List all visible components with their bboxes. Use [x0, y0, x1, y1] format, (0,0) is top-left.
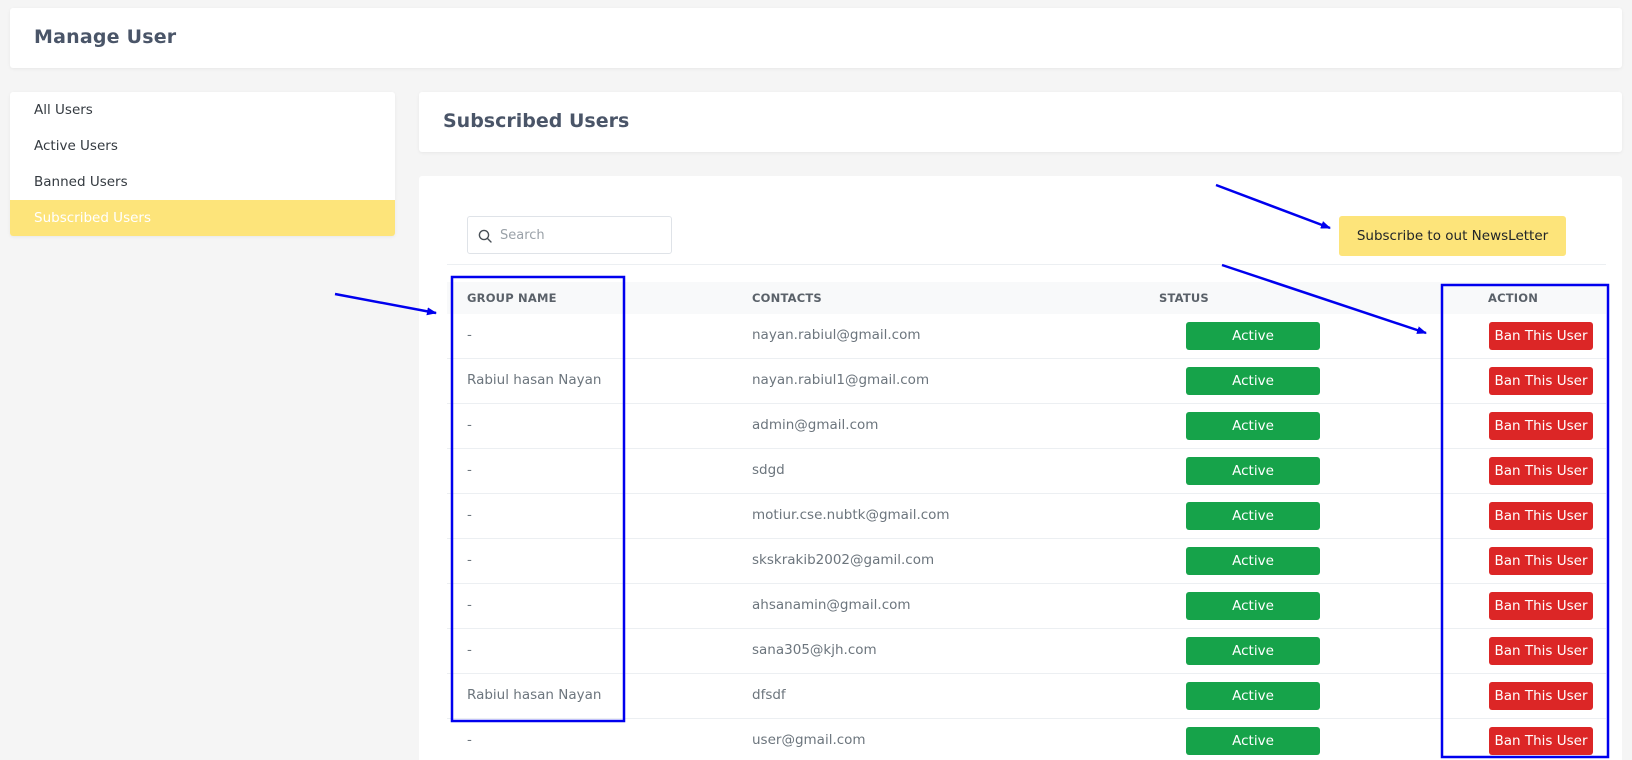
contact-cell: sdgd — [752, 462, 785, 478]
sidebar-item-all-users[interactable]: All Users — [10, 92, 395, 128]
section-title: Subscribed Users — [443, 110, 630, 132]
contact-cell: dfsdf — [752, 687, 786, 703]
top-header: Manage User — [10, 8, 1622, 68]
divider — [447, 264, 1606, 265]
status-badge: Active — [1186, 457, 1320, 485]
sidebar-item-banned-users[interactable]: Banned Users — [10, 164, 395, 200]
group-name-cell: - — [467, 462, 472, 478]
contact-cell: motiur.cse.nubtk@gmail.com — [752, 507, 950, 523]
contact-cell: nayan.rabiul1@gmail.com — [752, 372, 930, 388]
page-title: Manage User — [34, 26, 177, 48]
status-badge: Active — [1186, 412, 1320, 440]
table-row: - ahsanamin@gmail.com Active Ban This User — [447, 584, 1606, 629]
table-row: - motiur.cse.nubtk@gmail.com Active Ban Thi… — [447, 494, 1606, 539]
ban-user-button[interactable]: Ban This User — [1489, 592, 1593, 620]
group-name-cell: - — [467, 642, 472, 658]
table-row: - user@gmail.com Active Ban This User — [447, 719, 1606, 760]
column-header-status: STATUS — [1159, 291, 1209, 305]
table-row: - sdgd Active Ban This User — [447, 449, 1606, 494]
status-badge: Active — [1186, 727, 1320, 755]
status-badge: Active — [1186, 547, 1320, 575]
group-name-cell: - — [467, 597, 472, 613]
section-header: Subscribed Users — [419, 92, 1622, 152]
users-table-body: - nayan.rabiul@gmail.com Active Ban This Us… — [447, 314, 1606, 760]
contact-cell: ahsanamin@gmail.com — [752, 597, 911, 613]
sidebar-item-subscribed-users[interactable]: Subscribed Users — [10, 200, 395, 236]
table-row: - skskrakib2002@gamil.com Active Ban This U… — [447, 539, 1606, 584]
ban-user-button[interactable]: Ban This User — [1489, 412, 1593, 440]
column-header-group-name: GROUP NAME — [467, 291, 557, 305]
contact-cell: nayan.rabiul@gmail.com — [752, 327, 921, 343]
group-name-cell: Rabiul hasan Nayan — [467, 687, 602, 703]
table-row: Rabiul hasan Nayan dfsdf Active Ban This Us… — [447, 674, 1606, 719]
subscribe-newsletter-button[interactable]: Subscribe to out NewsLetter — [1339, 216, 1566, 256]
search-input[interactable] — [500, 225, 660, 245]
ban-user-button[interactable]: Ban This User — [1489, 637, 1593, 665]
search-box — [467, 216, 672, 254]
table-header: GROUP NAME CONTACTS STATUS ACTION — [447, 282, 1606, 314]
status-badge: Active — [1186, 637, 1320, 665]
status-badge: Active — [1186, 682, 1320, 710]
ban-user-button[interactable]: Ban This User — [1489, 547, 1593, 575]
table-row: - sana305@kjh.com Active Ban This User — [447, 629, 1606, 674]
ban-user-button[interactable]: Ban This User — [1489, 367, 1593, 395]
ban-user-button[interactable]: Ban This User — [1489, 322, 1593, 350]
group-name-cell: - — [467, 417, 472, 433]
group-name-cell: - — [467, 732, 472, 748]
group-name-cell: Rabiul hasan Nayan — [467, 372, 602, 388]
column-header-action: ACTION — [1488, 291, 1539, 305]
status-badge: Active — [1186, 367, 1320, 395]
contact-cell: user@gmail.com — [752, 732, 866, 748]
contact-cell: sana305@kjh.com — [752, 642, 877, 658]
users-panel: Subscribe to out NewsLetter GROUP NAME C… — [419, 176, 1622, 760]
ban-user-button[interactable]: Ban This User — [1489, 727, 1593, 755]
ban-user-button[interactable]: Ban This User — [1489, 457, 1593, 485]
ban-user-button[interactable]: Ban This User — [1489, 502, 1593, 530]
sidebar-item-active-users[interactable]: Active Users — [10, 128, 395, 164]
group-name-cell: - — [467, 507, 472, 523]
sidebar: All Users Active Users Banned Users Subs… — [10, 92, 395, 236]
status-badge: Active — [1186, 322, 1320, 350]
contact-cell: skskrakib2002@gamil.com — [752, 552, 935, 568]
column-header-contacts: CONTACTS — [752, 291, 822, 305]
status-badge: Active — [1186, 502, 1320, 530]
group-name-cell: - — [467, 552, 472, 568]
table-row: - nayan.rabiul@gmail.com Active Ban This Us… — [447, 314, 1606, 359]
ban-user-button[interactable]: Ban This User — [1489, 682, 1593, 710]
status-badge: Active — [1186, 592, 1320, 620]
table-row: - admin@gmail.com Active Ban This User — [447, 404, 1606, 449]
table-row: Rabiul hasan Nayan nayan.rabiul1@gmail.co… — [447, 359, 1606, 404]
search-icon — [478, 229, 492, 243]
contact-cell: admin@gmail.com — [752, 417, 879, 433]
group-name-cell: - — [467, 327, 472, 343]
